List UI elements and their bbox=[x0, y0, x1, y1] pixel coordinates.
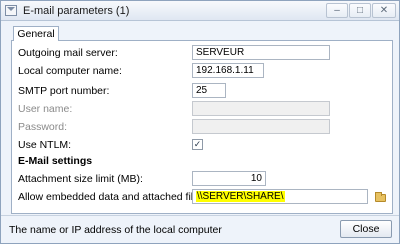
use-ntlm-label: Use NTLM: bbox=[18, 139, 72, 151]
embedded-files-path-value: \\SERVER\SHARE\ bbox=[196, 191, 285, 202]
embedded-files-path-input[interactable]: \\SERVER\SHARE\ bbox=[192, 189, 368, 204]
status-text: The name or IP address of the local comp… bbox=[9, 224, 222, 236]
outgoing-mail-server-input[interactable]: SERVEUR bbox=[192, 45, 330, 60]
password-label: Password: bbox=[18, 121, 68, 133]
maximize-button[interactable]: □ bbox=[349, 3, 371, 18]
window-title: E-mail parameters (1) bbox=[23, 5, 130, 17]
password-input bbox=[192, 119, 330, 134]
local-computer-name-input[interactable]: 192.168.1.11 bbox=[192, 63, 264, 78]
local-computer-name-label: Local computer name: bbox=[18, 65, 122, 77]
title-bar[interactable]: E-mail parameters (1) – □ ✕ bbox=[1, 1, 399, 21]
email-parameters-window: E-mail parameters (1) – □ ✕ General Outg… bbox=[0, 0, 400, 244]
outgoing-mail-server-label: Outgoing mail server: bbox=[18, 47, 118, 59]
email-settings-heading: E-Mail settings bbox=[18, 155, 93, 167]
close-window-button[interactable]: ✕ bbox=[372, 3, 396, 18]
minimize-button[interactable]: – bbox=[326, 3, 348, 18]
user-name-label: User name: bbox=[18, 103, 73, 115]
attachment-size-limit-label: Attachment size limit (MB): bbox=[18, 173, 143, 185]
dialog-content: General Outgoing mail server: SERVEUR Lo… bbox=[5, 25, 395, 215]
use-ntlm-checkbox[interactable]: ✓ bbox=[192, 139, 203, 150]
general-tab-panel: Outgoing mail server: SERVEUR Local comp… bbox=[11, 40, 393, 214]
window-icon bbox=[5, 5, 17, 16]
tab-general[interactable]: General bbox=[13, 26, 59, 41]
smtp-port-number-label: SMTP port number: bbox=[18, 85, 110, 97]
smtp-port-number-input[interactable]: 25 bbox=[192, 83, 226, 98]
close-button[interactable]: Close bbox=[340, 220, 392, 238]
user-name-input bbox=[192, 101, 330, 116]
status-bar: The name or IP address of the local comp… bbox=[1, 215, 399, 243]
attachment-size-limit-input[interactable]: 10 bbox=[192, 171, 266, 186]
folder-icon[interactable] bbox=[375, 192, 386, 202]
